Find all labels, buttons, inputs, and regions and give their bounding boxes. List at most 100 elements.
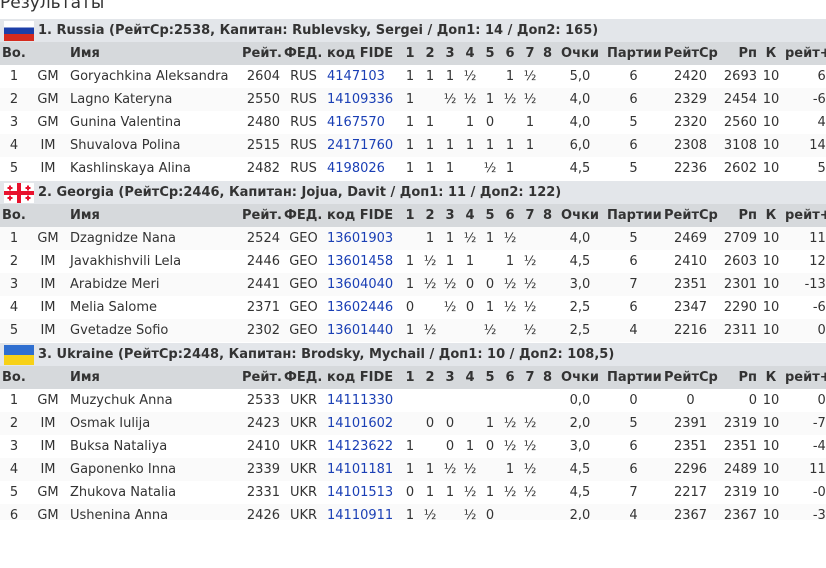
cell-name: Lagno Kateryna (68, 88, 240, 111)
column-header-title (28, 366, 68, 389)
team-header-row: 1. Russia (РейтСр:2538, Капитан: Rublevs… (0, 18, 826, 42)
cell-avg-rating: 2391 (662, 412, 719, 435)
cell-avg-rating: 2216 (662, 319, 719, 343)
cell-r4: ½ (460, 88, 480, 111)
column-header-k-factor: К (759, 204, 783, 227)
cell-rating-change: 12,1 (783, 250, 826, 273)
team-header-row: 2. Georgia (РейтСр:2446, Капитан: Jojua,… (0, 180, 826, 204)
fide-id-link[interactable]: 13602446 (327, 300, 393, 315)
cell-r3: 1 (440, 134, 460, 157)
cell-r4: 0 (460, 273, 480, 296)
column-header-k-factor: К (759, 42, 783, 65)
fide-id-link[interactable]: 24171760 (327, 138, 393, 153)
cell-r7: ½ (520, 88, 540, 111)
fide-id-link[interactable]: 14101602 (327, 416, 393, 431)
cell-rank: 4 (0, 134, 28, 157)
cell-fed: UKR (282, 389, 325, 412)
cell-points: 3,0 (555, 273, 605, 296)
cell-r4: 1 (460, 111, 480, 134)
cell-name: Gunina Valentina (68, 111, 240, 134)
cell-k-factor: 10 (759, 111, 783, 134)
cell-fide-id: 14101513 (325, 481, 400, 504)
ukraine-flag-icon (4, 344, 34, 365)
column-header-r8: 8 (540, 204, 555, 227)
player-row: 5 IM Gvetadze Sofio 2302 GEO 13601440 1 ½ ½ ½ 2,5 4… (0, 319, 826, 343)
cell-name: Gvetadze Sofio (68, 319, 240, 343)
team-header-cell: 3. Ukraine (РейтСр:2448, Капитан: Brodsk… (0, 342, 826, 366)
cell-r2: 1 (420, 157, 440, 181)
cell-rating: 2524 (240, 227, 282, 250)
column-header-row: Во. Имя Рейт. ФЕД. код FIDE 1 2 3 4 5 6 7 8 Очки Парти… (0, 204, 826, 227)
cell-r2: ½ (420, 273, 440, 296)
cell-fed: RUS (282, 88, 325, 111)
cell-name: Gaponenko Inna (68, 458, 240, 481)
cell-title: IM (28, 458, 68, 481)
fide-id-link[interactable]: 4147103 (327, 69, 385, 84)
cell-r7: ½ (520, 250, 540, 273)
cell-points: 5,0 (555, 65, 605, 88)
fide-id-link[interactable]: 14101513 (327, 485, 393, 500)
column-header-rating: Рейт. (240, 204, 282, 227)
cell-r6: 1 (500, 134, 520, 157)
cell-r5 (480, 458, 500, 481)
column-header-row: Во. Имя Рейт. ФЕД. код FIDE 1 2 3 4 5 6 7 8 Очки Парти… (0, 42, 826, 65)
fide-id-link[interactable]: 14123622 (327, 439, 393, 454)
fide-id-link[interactable]: 14109336 (327, 92, 393, 107)
cell-r1 (400, 412, 420, 435)
fide-id-link[interactable]: 13601458 (327, 254, 393, 269)
cell-avg-rating: 2320 (662, 111, 719, 134)
cell-r3: 0 (440, 412, 460, 435)
cell-r7: ½ (520, 296, 540, 319)
cell-fide-id: 13604040 (325, 273, 400, 296)
fide-id-link[interactable]: 4167570 (327, 115, 385, 130)
fide-id-link[interactable]: 14111330 (327, 393, 393, 408)
cell-fide-id: 14101181 (325, 458, 400, 481)
cell-r3 (440, 319, 460, 343)
fide-id-link[interactable]: 14101181 (327, 462, 393, 477)
cell-games: 6 (605, 88, 662, 111)
cell-rating: 2441 (240, 273, 282, 296)
cell-r5: ½ (480, 157, 500, 181)
cell-fide-id: 13601458 (325, 250, 400, 273)
column-header-performance: Рп (719, 204, 759, 227)
cell-fide-id: 4167570 (325, 111, 400, 134)
cell-fed: RUS (282, 65, 325, 88)
column-header-r3: 3 (440, 366, 460, 389)
cell-rating: 2302 (240, 319, 282, 343)
player-row: 1 GM Muzychuk Anna 2533 UKR 14111330 0,0 0 0 0 10 0… (0, 389, 826, 412)
fide-id-link[interactable]: 4198026 (327, 161, 385, 176)
cell-name: Arabidze Meri (68, 273, 240, 296)
cell-rating-change: -7,2 (783, 412, 826, 435)
column-header-row: Во. Имя Рейт. ФЕД. код FIDE 1 2 3 4 5 6 7 8 Очки Парти… (0, 366, 826, 389)
cell-r1: 1 (400, 319, 420, 343)
column-header-r7: 7 (520, 42, 540, 65)
cell-avg-rating: 2351 (662, 273, 719, 296)
cell-fed: UKR (282, 458, 325, 481)
cell-avg-rating: 2308 (662, 134, 719, 157)
column-header-k-factor: К (759, 366, 783, 389)
cell-rank: 5 (0, 157, 28, 181)
column-header-points: Очки (555, 366, 605, 389)
cell-name: Muzychuk Anna (68, 389, 240, 412)
fide-id-link[interactable]: 13601440 (327, 323, 393, 338)
player-row: 3 IM Arabidze Meri 2441 GEO 13604040 1 ½ ½ 0 0 ½ ½ 3,… (0, 273, 826, 296)
cell-r5 (480, 250, 500, 273)
column-header-r5: 5 (480, 42, 500, 65)
column-header-rating: Рейт. (240, 366, 282, 389)
cell-rank: 3 (0, 111, 28, 134)
column-header-r4: 4 (460, 42, 480, 65)
cell-r1: 0 (400, 296, 420, 319)
cell-title: GM (28, 65, 68, 88)
column-header-rank: Во. (0, 42, 28, 65)
fide-id-link[interactable]: 13604040 (327, 277, 393, 292)
cell-games: 4 (605, 319, 662, 343)
cell-title: GM (28, 111, 68, 134)
cell-r1: 1 (400, 65, 420, 88)
cell-r3: 1 (440, 157, 460, 181)
russia-flag-icon (4, 20, 34, 41)
fide-id-link[interactable]: 13601903 (327, 231, 393, 246)
cell-k-factor: 10 (759, 389, 783, 412)
cell-r2: ½ (420, 250, 440, 273)
cell-r7 (520, 157, 540, 181)
column-header-r8: 8 (540, 366, 555, 389)
